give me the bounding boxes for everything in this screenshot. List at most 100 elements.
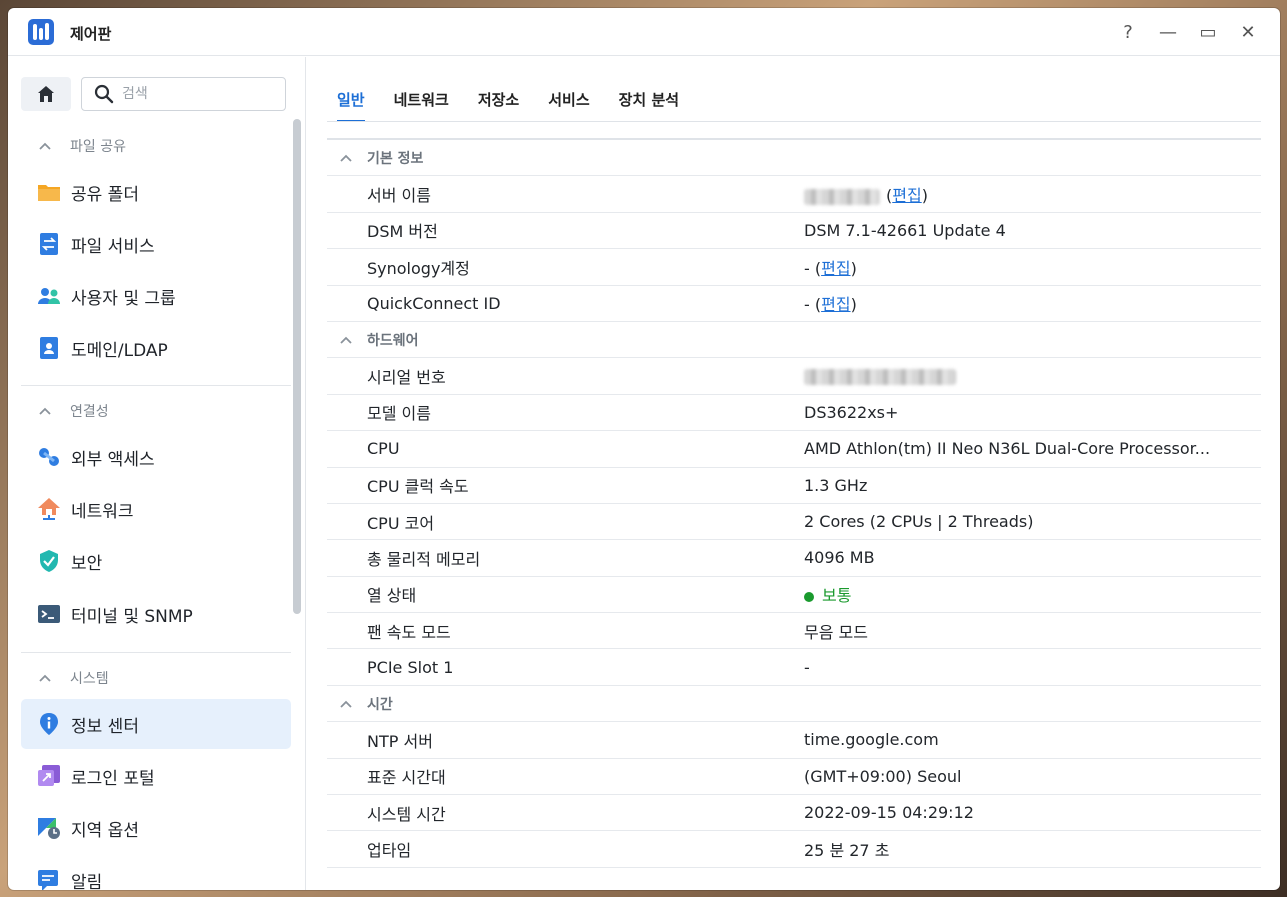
close-icon[interactable]: ✕ (1238, 20, 1258, 44)
table-row: 시리얼 번호 (327, 358, 1261, 395)
edit-synology-account-link[interactable]: 편집 (821, 259, 850, 278)
section-label: 연결성 (70, 404, 109, 420)
minimize-icon[interactable]: — (1158, 20, 1178, 44)
row-key: 팬 속도 모드 (367, 622, 451, 642)
file-services-icon (40, 233, 58, 255)
group-label: 기본 정보 (367, 150, 424, 167)
sidebar-item-security[interactable]: 보안 (21, 536, 291, 586)
shield-icon (40, 550, 58, 572)
sidebar-item-info-center[interactable]: 정보 센터 (21, 699, 291, 749)
sidebar-item-label: 터미널 및 SNMP (71, 606, 193, 627)
row-value-text: - ( (804, 295, 822, 315)
control-panel-window: 제어판 ? — ▭ ✕ 파일 공유 공유 폴 (8, 8, 1280, 890)
sidebar-item-regional-options[interactable]: 지역 옵션 (21, 803, 291, 853)
tab-services[interactable]: 서비스 (538, 77, 599, 121)
row-value: 1.3 GHz (804, 475, 868, 495)
table-row: DSM 버전 DSM 7.1-42661 Update 4 (327, 213, 1261, 250)
chevron-up-icon (340, 154, 352, 162)
group-header-basic-info[interactable]: 기본 정보 (327, 140, 1261, 177)
section-label: 파일 공유 (70, 139, 126, 155)
sidebar-item-terminal-snmp[interactable]: 터미널 및 SNMP (21, 589, 291, 639)
row-key: 시리얼 번호 (367, 368, 446, 388)
sidebar-item-domain-ldap[interactable]: 도메인/LDAP (21, 323, 291, 373)
home-button[interactable] (21, 77, 71, 111)
table-row: 표준 시간대 (GMT+09:00) Seoul (327, 759, 1261, 796)
users-icon (38, 288, 60, 304)
row-value: 4096 MB (804, 548, 875, 568)
search-field[interactable] (81, 77, 286, 111)
row-key: Synology계정 (367, 258, 470, 278)
row-key: 시스템 시간 (367, 804, 446, 824)
group-label: 시간 (367, 696, 393, 713)
window-title: 제어판 (70, 25, 112, 43)
row-key: CPU 클럭 속도 (367, 477, 469, 497)
tab-device-analytics[interactable]: 장치 분석 (609, 77, 689, 121)
row-value: 보통 (804, 582, 851, 606)
sidebar-item-label: 보안 (71, 553, 103, 574)
row-key: 서버 이름 (367, 186, 431, 206)
search-input[interactable] (122, 86, 272, 102)
group-label: 하드웨어 (367, 332, 419, 349)
sidebar-item-label: 파일 서비스 (71, 236, 155, 257)
folder-icon (38, 185, 60, 201)
sidebar-item-label: 정보 센터 (71, 716, 139, 737)
sidebar-item-users-groups[interactable]: 사용자 및 그룹 (21, 271, 291, 321)
row-value: 2 Cores (2 CPUs | 2 Threads) (804, 512, 1034, 532)
row-value: AMD Athlon(tm) II Neo N36L Dual-Core Pro… (804, 439, 1211, 459)
section-system[interactable]: 시스템 (38, 667, 109, 689)
group-header-hardware[interactable]: 하드웨어 (327, 322, 1261, 359)
search-icon (94, 84, 114, 104)
info-table: 기본 정보 서버 이름 (편집) DSM 버전 DSM 7.1-42661 Up… (327, 138, 1261, 868)
sidebar-item-notification[interactable]: 알림 (21, 855, 291, 890)
row-key: CPU (367, 439, 400, 459)
row-value: 2022-09-15 04:29:12 (804, 803, 974, 823)
row-key: QuickConnect ID (367, 293, 501, 313)
info-icon (40, 713, 58, 735)
table-row: CPU 클럭 속도 1.3 GHz (327, 468, 1261, 504)
section-file-sharing[interactable]: 파일 공유 (38, 135, 126, 157)
tab-network[interactable]: 네트워크 (384, 77, 459, 121)
row-value: - (804, 657, 810, 677)
sidebar-item-label: 외부 액세스 (71, 449, 155, 470)
sidebar-scrollbar[interactable] (293, 119, 301, 614)
table-row: 모델 이름 DS3622xs+ (327, 395, 1261, 432)
table-row: PCIe Slot 1 - (327, 649, 1261, 686)
tab-bar: 일반 네트워크 저장소 서비스 장치 분석 (327, 77, 698, 122)
sidebar-item-login-portal[interactable]: 로그인 포털 (21, 751, 291, 801)
table-row: 팬 속도 모드 무음 모드 (327, 613, 1261, 650)
sidebar-item-file-services[interactable]: 파일 서비스 (21, 219, 291, 269)
row-value: (GMT+09:00) Seoul (804, 766, 962, 786)
row-value: 무음 모드 (804, 622, 868, 642)
tabs-underline (327, 121, 1261, 122)
sidebar-item-network[interactable]: 네트워크 (21, 484, 291, 534)
login-portal-icon (38, 765, 60, 786)
edit-quickconnect-link[interactable]: 편집 (821, 295, 850, 314)
table-row: 업타임 25 분 27 초 (327, 831, 1261, 868)
home-icon (38, 86, 54, 102)
sidebar: 파일 공유 공유 폴더 파일 서비스 사용자 및 그룹 도메인/LDAP 연결성… (8, 57, 306, 890)
external-access-icon (39, 448, 59, 466)
help-icon[interactable]: ? (1118, 20, 1138, 44)
tab-storage[interactable]: 저장소 (468, 77, 529, 121)
status-ok-dot-icon (804, 591, 814, 602)
regional-options-icon (38, 818, 60, 839)
table-row: NTP 서버 time.google.com (327, 722, 1261, 759)
section-connectivity[interactable]: 연결성 (38, 400, 109, 422)
chevron-up-icon (39, 674, 51, 682)
row-key: CPU 코어 (367, 513, 435, 533)
row-key: 모델 이름 (367, 404, 431, 424)
sidebar-item-shared-folder[interactable]: 공유 폴더 (21, 167, 291, 217)
maximize-icon[interactable]: ▭ (1198, 20, 1218, 44)
chevron-up-icon (340, 336, 352, 344)
domain-icon (40, 337, 58, 359)
row-value: DSM 7.1-42661 Update 4 (804, 220, 1006, 240)
tab-general[interactable]: 일반 (327, 77, 375, 122)
sidebar-item-external-access[interactable]: 외부 액세스 (21, 432, 291, 482)
row-key: 총 물리적 메모리 (367, 549, 481, 569)
group-header-time[interactable]: 시간 (327, 686, 1261, 723)
control-panel-app-icon (28, 19, 54, 45)
sidebar-item-label: 도메인/LDAP (71, 340, 168, 361)
table-row: CPU 코어 2 Cores (2 CPUs | 2 Threads) (327, 504, 1261, 541)
edit-server-name-link[interactable]: 편집 (892, 186, 921, 205)
row-key: DSM 버전 (367, 222, 438, 242)
